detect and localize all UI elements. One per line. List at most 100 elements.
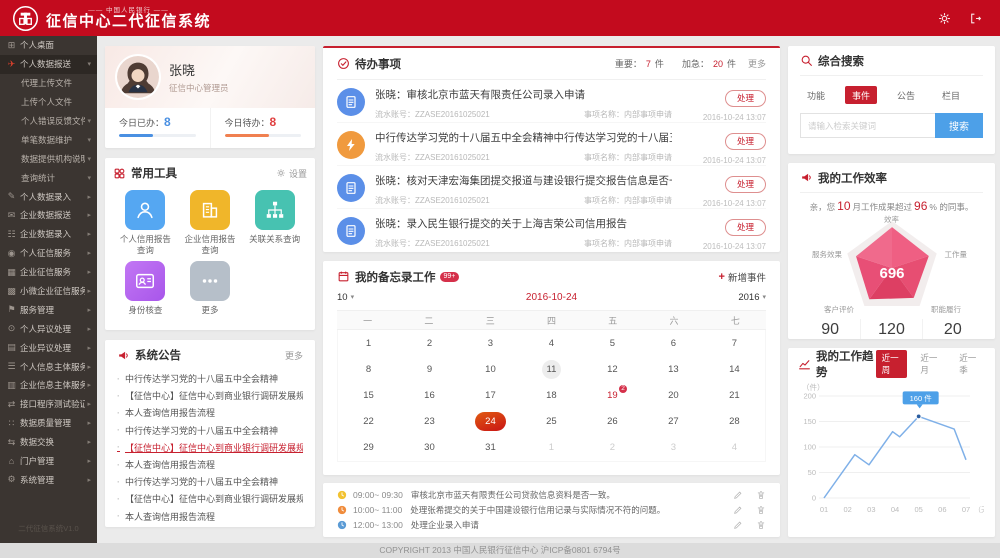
add-event-button[interactable]: 新增事件 bbox=[719, 270, 766, 284]
announcement-link[interactable]: 本人查询信用报告流程 bbox=[117, 404, 303, 421]
calendar-day[interactable]: 30 bbox=[399, 435, 460, 461]
announcement-link[interactable]: 中行传达学习党的十八届五中全会精神 bbox=[117, 370, 303, 387]
trend-tab[interactable]: 近一季 bbox=[953, 350, 985, 378]
trash-icon[interactable] bbox=[756, 505, 766, 515]
calendar-day[interactable]: 6 bbox=[643, 330, 704, 356]
calendar-day[interactable]: 19 2 bbox=[582, 382, 643, 408]
calendar-day[interactable]: 2 bbox=[399, 330, 460, 356]
edit-pencil-icon[interactable] bbox=[733, 520, 743, 530]
calendar-day[interactable]: 28 bbox=[704, 409, 765, 435]
sidebar-item[interactable]: ⊞ 个人桌面 bbox=[0, 36, 97, 55]
announcement-link[interactable]: 【征信中心】征信中心到商业银行调研发展规划制订 bbox=[117, 439, 303, 456]
sidebar-item[interactable]: ✉ 企业数据报送 ▸ bbox=[0, 206, 97, 225]
tool-tile[interactable]: 关联关系查询 bbox=[242, 190, 307, 256]
announcement-link[interactable]: 【征信中心】征信中心到商业银行调研发展规划制订 bbox=[117, 490, 303, 507]
calendar-day[interactable]: 31 bbox=[460, 435, 521, 461]
calendar-day[interactable]: 9 bbox=[399, 356, 460, 382]
announcement-link[interactable]: 【征信中心】征信中心到商业银行调研发展规划制订 bbox=[117, 387, 303, 404]
calendar-day[interactable]: 3 bbox=[643, 435, 704, 461]
sidebar-item[interactable]: ☰ 个人信息主体服务 ▸ bbox=[0, 357, 97, 376]
sidebar-item[interactable]: 查询统计 ▾ bbox=[0, 168, 97, 187]
todo-item[interactable]: 张晓：核对天津宏海集团提交报道与建设银行提交报告信息是否一致 流水账号：ZZAS… bbox=[337, 166, 766, 209]
todo-item[interactable]: 张晓：审核北京市蓝天有限责任公司录入申请 流水账号：ZZASE201610250… bbox=[337, 80, 766, 123]
settings-gear-icon[interactable] bbox=[938, 12, 951, 25]
tools-settings-link[interactable]: 设置 bbox=[276, 167, 307, 180]
sidebar-item[interactable]: ⚑ 服务管理 ▸ bbox=[0, 300, 97, 319]
calendar-day[interactable]: 22 bbox=[338, 409, 399, 435]
calendar-day[interactable]: 7 bbox=[704, 330, 765, 356]
todo-handle-button[interactable]: 处理 bbox=[724, 218, 766, 236]
calendar-day[interactable]: 15 bbox=[338, 382, 399, 408]
trash-icon[interactable] bbox=[756, 520, 766, 530]
calendar-day[interactable]: 4 bbox=[521, 330, 582, 356]
sidebar-item[interactable]: ▦ 企业征信服务 ▸ bbox=[0, 263, 97, 282]
logout-icon[interactable] bbox=[969, 12, 982, 25]
sidebar-item[interactable]: ▩ 小微企业征信服务 ▸ bbox=[0, 282, 97, 301]
calendar-day[interactable]: 5 bbox=[582, 330, 643, 356]
sidebar-item[interactable]: ✎ 个人数据录入 ▸ bbox=[0, 187, 97, 206]
sidebar-item[interactable]: ⌂ 门户管理 ▸ bbox=[0, 452, 97, 471]
todo-more-link[interactable]: 更多 bbox=[748, 57, 766, 70]
calendar-day[interactable]: 17 bbox=[460, 382, 521, 408]
todo-handle-button[interactable]: 处理 bbox=[724, 132, 766, 150]
tool-tile[interactable]: 身份核查 bbox=[113, 261, 178, 316]
todo-item[interactable]: 张晓：录入民生银行提交的关于上海吉荣公司信用报告 流水账号：ZZASE20161… bbox=[337, 209, 766, 252]
announcements-more-link[interactable]: 更多 bbox=[285, 349, 303, 362]
calendar-day[interactable]: 21 bbox=[704, 382, 765, 408]
calendar-day[interactable]: 14 bbox=[704, 356, 765, 382]
announcement-link[interactable]: 中行传达学习党的十八届五中全会精神 bbox=[117, 422, 303, 439]
sidebar-item[interactable]: ▤ 企业异议处理 ▸ bbox=[0, 338, 97, 357]
trend-tab[interactable]: 近一周 bbox=[875, 350, 908, 378]
calendar-day[interactable]: 4 bbox=[704, 435, 765, 461]
todo-handle-button[interactable]: 处理 bbox=[724, 175, 766, 193]
sidebar-item[interactable]: ⇆ 数据交换 ▸ bbox=[0, 433, 97, 452]
edit-pencil-icon[interactable] bbox=[733, 490, 743, 500]
todo-item[interactable]: 中行传达学习党的十八届五中全会精神中行传达学习党的十八届五中全会精神 流水账号：… bbox=[337, 123, 766, 166]
sidebar-item[interactable]: 上传个人文件 bbox=[0, 93, 97, 112]
sidebar-item[interactable]: ⊙ 个人异议处理 ▸ bbox=[0, 319, 97, 338]
tool-tile[interactable]: 企业信用报告查询 bbox=[178, 190, 243, 256]
calendar-day[interactable]: 11 bbox=[521, 356, 582, 382]
announcement-link[interactable]: 本人查询信用报告流程 bbox=[117, 508, 303, 525]
calendar-day[interactable]: 27 bbox=[643, 409, 704, 435]
search-tab[interactable]: 事件 bbox=[845, 86, 878, 104]
calendar-day[interactable]: 10 bbox=[460, 356, 521, 382]
calendar-day[interactable]: 24 bbox=[460, 409, 521, 435]
calendar-day[interactable]: 20 bbox=[643, 382, 704, 408]
sidebar-item[interactable]: ☷ 企业数据录入 ▸ bbox=[0, 225, 97, 244]
sidebar-item[interactable]: 单笔数据维护 ▾ bbox=[0, 130, 97, 149]
sidebar-item[interactable]: ▥ 企业信息主体服务 ▸ bbox=[0, 376, 97, 395]
sidebar-item[interactable]: ◉ 个人征信服务 ▸ bbox=[0, 244, 97, 263]
announcement-link[interactable]: 本人查询信用报告流程 bbox=[117, 456, 303, 473]
sidebar-item[interactable]: ⇄ 接口程序测试验证 ▸ bbox=[0, 395, 97, 414]
sidebar-item[interactable]: ∷ 数据质量管理 ▸ bbox=[0, 414, 97, 433]
tool-tile[interactable]: 更多 bbox=[178, 261, 243, 316]
sidebar-item[interactable]: 代理上传文件 bbox=[0, 74, 97, 93]
calendar-day[interactable]: 29 bbox=[338, 435, 399, 461]
todo-handle-button[interactable]: 处理 bbox=[724, 89, 766, 107]
calendar-day[interactable]: 1 bbox=[338, 330, 399, 356]
sidebar-item[interactable]: 个人错误反馈文件下载 ▾ bbox=[0, 112, 97, 131]
announcement-link[interactable]: 中行传达学习党的十八届五中全会精神 bbox=[117, 473, 303, 490]
sidebar-item[interactable]: ✈ 个人数据报送 ▾ bbox=[0, 54, 97, 74]
search-tab[interactable]: 公告 bbox=[890, 86, 922, 104]
trash-icon[interactable] bbox=[756, 490, 766, 500]
calendar-day[interactable]: 26 bbox=[582, 409, 643, 435]
sidebar-item[interactable]: 数据提供机构说明管理 ▾ bbox=[0, 149, 97, 168]
search-tab[interactable]: 功能 bbox=[800, 86, 832, 104]
calendar-day[interactable]: 1 bbox=[521, 435, 582, 461]
calendar-day[interactable]: 3 bbox=[460, 330, 521, 356]
calendar-day[interactable]: 2 bbox=[582, 435, 643, 461]
calendar-day[interactable]: 13 bbox=[643, 356, 704, 382]
calendar-day[interactable]: 25 bbox=[521, 409, 582, 435]
search-button[interactable]: 搜索 bbox=[935, 113, 983, 138]
calendar-day[interactable]: 8 bbox=[338, 356, 399, 382]
sidebar-item[interactable]: ⚙ 系统管理 ▸ bbox=[0, 470, 97, 489]
edit-pencil-icon[interactable] bbox=[733, 505, 743, 515]
calendar-day[interactable]: 16 bbox=[399, 382, 460, 408]
calendar-day[interactable]: 18 bbox=[521, 382, 582, 408]
search-tab[interactable]: 栏目 bbox=[935, 86, 967, 104]
calendar-day[interactable]: 23 bbox=[399, 409, 460, 435]
calendar-day[interactable]: 12 bbox=[582, 356, 643, 382]
tool-tile[interactable]: 个人信用报告查询 bbox=[113, 190, 178, 256]
